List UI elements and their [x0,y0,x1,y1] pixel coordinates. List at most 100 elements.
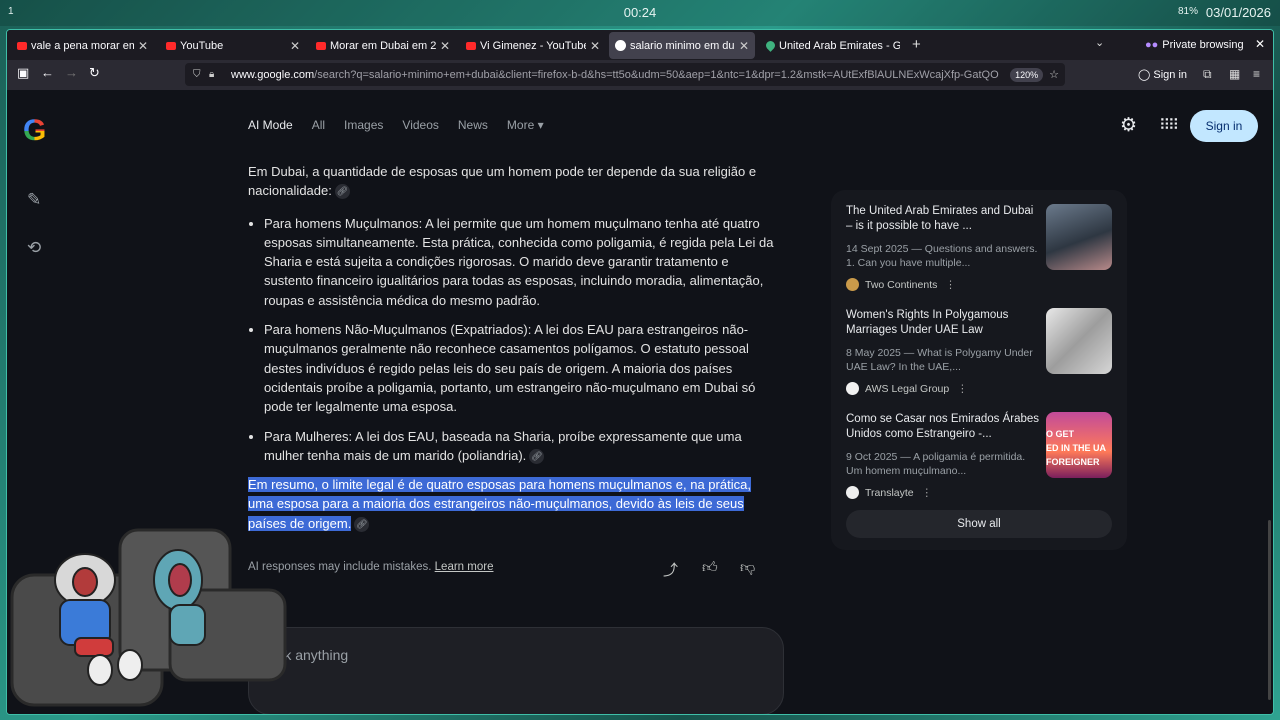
url-bar[interactable]: ⛉ 🔒︎ www.google.com/search?q=salario+min… [185,63,1065,86]
menu-icon[interactable]: ≡ [1253,67,1260,81]
sources-panel: The United Arab Emirates and Dubai – is … [831,190,1127,550]
close-tab-icon[interactable]: ✕ [138,39,148,53]
source-card[interactable]: Women's Rights In Polygamous Marriages U… [846,308,1112,404]
source-snippet: 9 Oct 2025 — A poligamia é permitida. Um… [846,451,1026,477]
sign-in-button[interactable]: Sign in [1190,110,1258,142]
url-path: /search?q=salario+minimo+em+dubai&client… [314,68,999,81]
list-item: Para Mulheres: A lei dos EAU, baseada na… [264,427,774,466]
zoom-badge[interactable]: 120% [1010,67,1044,82]
caret-down-icon: ▾ [537,118,544,132]
source-thumbnail [1046,204,1112,270]
source-site: AWS Legal Group ⋮ [846,382,968,395]
source-title[interactable]: Women's Rights In Polygamous Marriages U… [846,308,1040,338]
source-site: Translayte ⋮ [846,486,932,499]
more-vert-icon[interactable]: ⋮ [945,279,956,291]
show-all-button[interactable]: Show all [846,510,1112,538]
shield-icon[interactable]: ⛉ [193,69,207,80]
google-logo[interactable]: G [23,114,46,148]
source-card[interactable]: Como se Casar nos Emirados Árabes Unidos… [846,412,1112,508]
lock-icon[interactable]: 🔒︎ [209,69,223,80]
source-title[interactable]: Como se Casar nos Emirados Árabes Unidos… [846,412,1040,442]
tab-5[interactable]: United Arab Emirates - G [760,32,906,59]
os-top-bar: 1 00:24 81% 03/01/2026 [0,0,1280,26]
new-chat-icon[interactable]: ✎ [27,190,41,210]
clock[interactable]: 00:24 [0,5,1280,20]
account-signin[interactable]: ◯ Sign in [1138,68,1187,81]
more-vert-icon[interactable]: ⋮ [957,383,968,395]
youtube-icon [466,41,476,50]
ask-input[interactable]: Ask anything [248,627,784,714]
history-icon[interactable]: ⟲ [27,238,41,258]
armchair-shape [10,528,287,707]
link-icon[interactable]: 🔗︎ [529,448,545,464]
source-thumbnail: O GET ED IN THE UA FOREIGNER [1046,412,1112,478]
private-label: Private browsing [1162,39,1244,51]
tab-title: Morar em Dubai em 202 [330,39,436,52]
mascot-illustration [10,528,287,707]
tab-4-active[interactable]: salario minimo em duba ✕ [609,32,755,59]
tab-2[interactable]: Morar em Dubai em 202 ✕ [310,32,456,59]
date[interactable]: 03/01/2026 [1206,5,1271,20]
tab-0[interactable]: vale a pena morar em dub ✕ [11,32,154,59]
tab-more-label: More [506,118,535,132]
source-site-name: AWS Legal Group [865,382,950,395]
thumbs-up-icon[interactable]: 👍︎ [702,559,718,577]
sidebar-toggle-icon[interactable]: ▣ [17,65,29,81]
tab-title: YouTube [180,39,224,52]
tab-news[interactable]: News [458,118,488,132]
tab-more[interactable]: More ▾ [507,118,544,132]
apps-grid-icon[interactable]: ⠿⠿ [1159,116,1179,134]
tab-ai-mode[interactable]: AI Mode [248,118,293,132]
page-scrollbar[interactable] [1268,520,1271,700]
source-site: Two Continents ⋮ [846,278,956,291]
list-item-text: Para Mulheres: A lei dos EAU, baseada na… [264,428,742,463]
answer-intro: Em Dubai, a quantidade de esposas que um… [248,162,774,201]
tab-3[interactable]: Vi Gimenez - YouTube ✕ [460,32,606,59]
close-tab-icon[interactable]: ✕ [739,39,749,53]
search-tabs: AI Mode All Images Videos News More ▾ [248,118,563,132]
source-snippet: 8 May 2025 — What is Polygamy Under UAE … [846,347,1033,373]
window-close-icon[interactable]: ✕ [1255,37,1265,51]
google-icon [615,40,626,51]
source-card[interactable]: The United Arab Emirates and Dubai – is … [846,204,1112,300]
tab-title: vale a pena morar em dub [31,39,134,52]
youtube-icon [316,41,326,50]
thumbs-down-icon[interactable]: 👎︎ [740,559,755,577]
back-arrow-icon[interactable]: ← [41,65,54,80]
close-tab-icon[interactable]: ✕ [440,39,450,53]
tab-images[interactable]: Images [344,118,383,132]
source-snippet: 14 Sept 2025 — Questions and answers. 1.… [846,243,1038,269]
addon-icon[interactable]: ▦ [1229,67,1240,81]
link-icon[interactable]: 🔗︎ [334,184,350,200]
tab-list-chevron-icon[interactable]: ⌄ [1095,36,1104,49]
source-site-name: Translayte [865,486,914,499]
settings-gear-icon[interactable]: ⚙ [1120,114,1137,137]
private-browsing-indicator: ●● Private browsing [1145,39,1244,51]
nav-bar: ▣ ← → ↻ ⛉ 🔒︎ www.google.com/search?q=sal… [7,60,1273,90]
source-site-name: Two Continents [865,278,938,291]
more-vert-icon[interactable]: ⋮ [922,487,933,499]
share-icon[interactable]: ⤴ [663,559,678,580]
source-title[interactable]: The United Arab Emirates and Dubai – is … [846,204,1040,234]
battery-indicator[interactable]: 81% [1178,6,1198,17]
reload-icon[interactable]: ↻ [89,65,100,81]
tab-1[interactable]: YouTube ✕ [160,32,306,59]
site-favicon [846,486,859,499]
new-tab-icon[interactable]: + [912,36,921,53]
learn-more-link[interactable]: Learn more [435,561,494,573]
tab-videos[interactable]: Videos [402,118,438,132]
map-pin-icon [764,39,777,52]
selected-summary-text[interactable]: Em resumo, o limite legal é de quatro es… [248,477,751,531]
site-favicon [846,278,859,291]
youtube-icon [166,41,176,50]
forward-arrow-icon[interactable]: → [65,65,78,80]
bookmark-star-icon[interactable]: ☆ [1049,68,1059,81]
close-tab-icon[interactable]: ✕ [590,39,600,53]
extensions-icon[interactable]: ⧉ [1203,67,1212,82]
url-text[interactable]: www.google.com/search?q=salario+minimo+e… [231,69,1010,81]
link-icon[interactable]: 🔗︎ [354,516,370,532]
tab-all[interactable]: All [312,118,325,132]
close-tab-icon[interactable]: ✕ [290,39,300,53]
site-favicon [846,382,859,395]
answer-intro-text: Em Dubai, a quantidade de esposas que um… [248,164,757,199]
